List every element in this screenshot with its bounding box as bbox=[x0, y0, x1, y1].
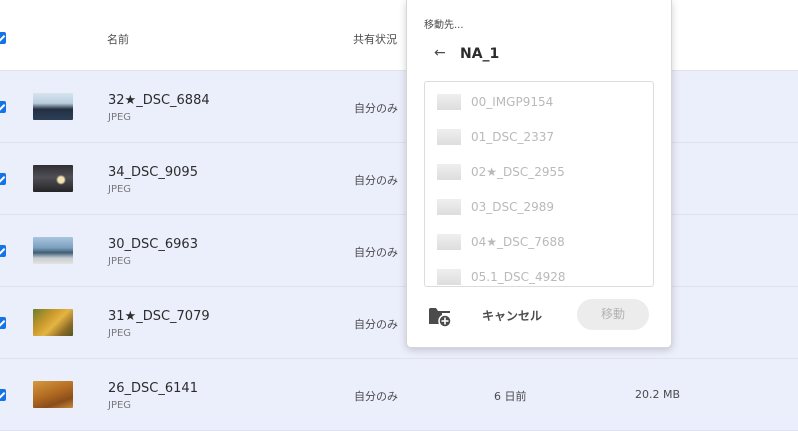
list-item-label: 00_IMGP9154 bbox=[471, 95, 554, 109]
file-size: 20.2 MB bbox=[635, 388, 681, 401]
file-name[interactable]: 26_DSC_6141 bbox=[108, 381, 198, 396]
sharing-status: 自分のみ bbox=[354, 102, 398, 115]
sharing-status: 自分のみ bbox=[354, 318, 398, 331]
row-checkbox[interactable] bbox=[0, 173, 6, 185]
row-checkbox[interactable] bbox=[0, 245, 6, 257]
list-item-label: 04★_DSC_7688 bbox=[471, 235, 565, 249]
sharing-status: 自分のみ bbox=[354, 246, 398, 259]
table-row[interactable]: 30_DSC_6963 JPEG 自分のみ B bbox=[0, 215, 798, 287]
folder-contents-list[interactable]: 00_IMGP9154 01_DSC_2337 02★_DSC_2955 03_… bbox=[424, 81, 654, 287]
row-checkbox[interactable] bbox=[0, 317, 6, 329]
list-item-label: 01_DSC_2337 bbox=[471, 130, 555, 144]
row-checkbox[interactable] bbox=[0, 389, 6, 401]
file-name[interactable]: 34_DSC_9095 bbox=[108, 165, 198, 180]
list-item: 02★_DSC_2955 bbox=[425, 154, 653, 189]
cancel-button[interactable]: キャンセル bbox=[472, 302, 552, 330]
file-type: JPEG bbox=[108, 112, 132, 123]
arrow-left-icon[interactable]: ← bbox=[434, 45, 446, 61]
file-list-header: 名前 共有状況 bbox=[0, 0, 798, 71]
list-item-label: 03_DSC_2989 bbox=[471, 200, 555, 214]
list-item-label: 02★_DSC_2955 bbox=[471, 165, 565, 179]
thumbnail-image bbox=[33, 93, 73, 120]
sharing-status: 自分のみ bbox=[354, 390, 398, 403]
file-type: JPEG bbox=[108, 328, 132, 339]
dialog-title: 移動先... bbox=[424, 20, 464, 31]
list-item: 01_DSC_2337 bbox=[425, 119, 653, 154]
select-all-checkbox[interactable] bbox=[0, 32, 6, 44]
column-header-name[interactable]: 名前 bbox=[107, 31, 129, 47]
file-type: JPEG bbox=[108, 256, 132, 267]
thumbnail-image bbox=[437, 94, 461, 110]
file-name[interactable]: 30_DSC_6963 bbox=[108, 237, 198, 252]
thumbnail-image bbox=[33, 237, 73, 264]
table-row[interactable]: 34_DSC_9095 JPEG 自分のみ B bbox=[0, 143, 798, 215]
list-item: 03_DSC_2989 bbox=[425, 189, 653, 224]
sharing-status: 自分のみ bbox=[354, 174, 398, 187]
thumbnail-image bbox=[33, 381, 73, 408]
modified-date: 6 日前 bbox=[494, 390, 527, 403]
file-name[interactable]: 32★_DSC_6884 bbox=[108, 93, 210, 108]
new-folder-icon[interactable] bbox=[428, 305, 452, 327]
table-row[interactable]: 31★_DSC_7079 JPEG 自分のみ MB bbox=[0, 287, 798, 359]
thumbnail-image bbox=[33, 309, 73, 336]
file-type: JPEG bbox=[108, 184, 132, 195]
move-to-dialog: 移動先... ← NA_1 00_IMGP9154 01_DSC_2337 02… bbox=[406, 0, 672, 348]
thumbnail-image bbox=[33, 165, 73, 192]
thumbnail-image bbox=[437, 269, 461, 285]
thumbnail-image bbox=[437, 129, 461, 145]
table-row[interactable]: 26_DSC_6141 JPEG 自分のみ 6 日前 20.2 MB bbox=[0, 359, 798, 431]
thumbnail-image bbox=[437, 199, 461, 215]
list-item: 00_IMGP9154 bbox=[425, 84, 653, 119]
list-item: 05.1_DSC_4928 bbox=[425, 259, 653, 286]
table-row[interactable]: 32★_DSC_6884 JPEG 自分のみ B bbox=[0, 71, 798, 143]
column-header-sharing[interactable]: 共有状況 bbox=[353, 31, 397, 47]
file-name[interactable]: 31★_DSC_7079 bbox=[108, 309, 210, 324]
list-item-label: 05.1_DSC_4928 bbox=[471, 270, 566, 284]
current-folder-name: NA_1 bbox=[460, 46, 500, 62]
thumbnail-image bbox=[437, 164, 461, 180]
file-type: JPEG bbox=[108, 400, 132, 411]
row-checkbox[interactable] bbox=[0, 101, 6, 113]
list-item: 04★_DSC_7688 bbox=[425, 224, 653, 259]
thumbnail-image bbox=[437, 234, 461, 250]
move-button[interactable]: 移動 bbox=[577, 299, 649, 330]
